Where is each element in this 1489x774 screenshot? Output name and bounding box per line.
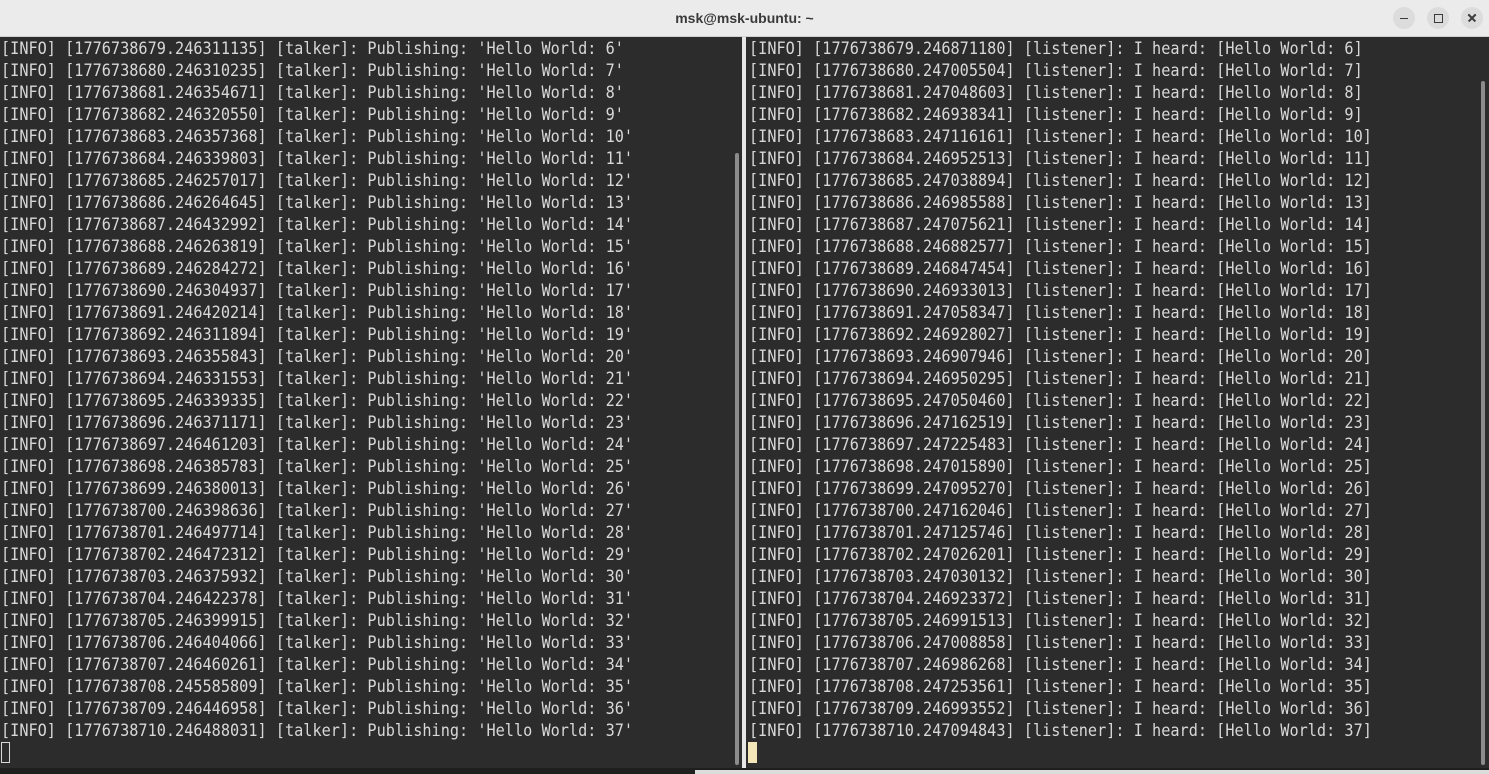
terminal-line: [INFO] [1776738701.247125746] [listener]… (749, 523, 1372, 543)
terminal-line: [INFO] [1776738710.246488031] [talker]: … (1, 721, 634, 741)
terminal-line: [INFO] [1776738703.246375932] [talker]: … (1, 567, 634, 587)
window-title: msk@msk-ubuntu: ~ (675, 10, 814, 26)
terminal-line: [INFO] [1776738681.246354671] [talker]: … (1, 83, 624, 103)
minimize-icon (1393, 7, 1415, 29)
terminal-line: [INFO] [1776738682.246320550] [talker]: … (1, 105, 624, 125)
terminal-line: [INFO] [1776738702.247026201] [listener]… (749, 545, 1372, 565)
terminal-line: [INFO] [1776738687.247075621] [listener]… (749, 215, 1372, 235)
terminal-line: [INFO] [1776738698.246385783] [talker]: … (1, 457, 634, 477)
terminal-line: [INFO] [1776738688.246263819] [talker]: … (1, 237, 634, 257)
terminal-line: [INFO] [1776738699.246380013] [talker]: … (1, 479, 634, 499)
terminal-line: [INFO] [1776738708.245585809] [talker]: … (1, 677, 634, 697)
terminal-line: [INFO] [1776738694.246331553] [talker]: … (1, 369, 634, 389)
terminal-line: [INFO] [1776738680.247005504] [listener]… (749, 61, 1363, 81)
terminal-line: [INFO] [1776738705.246991513] [listener]… (749, 611, 1372, 631)
terminal-line: [INFO] [1776738693.246355843] [talker]: … (1, 347, 634, 367)
close-button[interactable] (1461, 7, 1483, 29)
terminal-line: [INFO] [1776738679.246871180] [listener]… (749, 39, 1363, 59)
terminal-line: [INFO] [1776738686.246264645] [talker]: … (1, 193, 634, 213)
terminal-line: [INFO] [1776738684.246339803] [talker]: … (1, 149, 634, 169)
terminal-line: [INFO] [1776738706.246404066] [talker]: … (1, 633, 634, 653)
terminal-line: [INFO] [1776738692.246928027] [listener]… (749, 325, 1372, 345)
terminal-line: [INFO] [1776738684.246952513] [listener]… (749, 149, 1372, 169)
terminal-line: [INFO] [1776738696.247162519] [listener]… (749, 413, 1372, 433)
terminal-line: [INFO] [1776738704.246422378] [talker]: … (1, 589, 634, 609)
terminal-line: [INFO] [1776738689.246284272] [talker]: … (1, 259, 634, 279)
maximize-button[interactable] (1427, 7, 1449, 29)
terminal-line: [INFO] [1776738690.246304937] [talker]: … (1, 281, 634, 301)
terminal-window: msk@msk-ubuntu: ~ [INFO] [1776738679.246… (0, 0, 1489, 774)
terminal-line: [INFO] [1776738680.246310235] [talker]: … (1, 61, 624, 81)
terminal-line: [INFO] [1776738695.247050460] [listener]… (749, 391, 1372, 411)
terminal-line: [INFO] [1776738696.246371171] [talker]: … (1, 413, 634, 433)
terminal-line: [INFO] [1776738707.246460261] [talker]: … (1, 655, 634, 675)
terminal-line: [INFO] [1776738697.246461203] [talker]: … (1, 435, 634, 455)
text-cursor-left (1, 742, 10, 763)
terminal-line: [INFO] [1776738709.246993552] [listener]… (749, 699, 1372, 719)
text-cursor-right (748, 742, 757, 763)
terminal-line: [INFO] [1776738683.246357368] [talker]: … (1, 127, 634, 147)
terminal-line: [INFO] [1776738688.246882577] [listener]… (749, 237, 1372, 257)
terminal-pane-right[interactable]: [INFO] [1776738679.246871180] [listener]… (746, 37, 1489, 768)
terminal-pane-left[interactable]: [INFO] [1776738679.246311135] [talker]: … (0, 37, 742, 768)
terminal-line: [INFO] [1776738704.246923372] [listener]… (749, 589, 1372, 609)
terminal-line: [INFO] [1776738707.246986268] [listener]… (749, 655, 1372, 675)
terminal-line: [INFO] [1776738683.247116161] [listener]… (749, 127, 1372, 147)
terminal-line: [INFO] [1776738690.246933013] [listener]… (749, 281, 1372, 301)
terminal-line: [INFO] [1776738682.246938341] [listener]… (749, 105, 1363, 125)
close-icon (1461, 7, 1483, 29)
terminal-line: [INFO] [1776738691.246420214] [talker]: … (1, 303, 634, 323)
terminal-line: [INFO] [1776738695.246339335] [talker]: … (1, 391, 634, 411)
maximize-icon (1427, 7, 1449, 29)
terminal-line: [INFO] [1776738700.246398636] [talker]: … (1, 501, 634, 521)
terminal-line: [INFO] [1776738681.247048603] [listener]… (749, 83, 1363, 103)
scrollbar-right[interactable] (1481, 81, 1485, 765)
terminal-line: [INFO] [1776738697.247225483] [listener]… (749, 435, 1372, 455)
terminal-line: [INFO] [1776738689.246847454] [listener]… (749, 259, 1372, 279)
terminal-line: [INFO] [1776738686.246985588] [listener]… (749, 193, 1372, 213)
terminal-line: [INFO] [1776738698.247015890] [listener]… (749, 457, 1372, 477)
scrollbar-left[interactable] (735, 153, 739, 765)
terminal-line: [INFO] [1776738706.247008858] [listener]… (749, 633, 1372, 653)
terminal-line: [INFO] [1776738703.247030132] [listener]… (749, 567, 1372, 587)
title-bar[interactable]: msk@msk-ubuntu: ~ (0, 0, 1489, 37)
terminal-output-right: [INFO] [1776738679.246871180] [listener]… (749, 38, 1445, 742)
terminal-line: [INFO] [1776738685.247038894] [listener]… (749, 171, 1372, 191)
terminal-line: [INFO] [1776738694.246950295] [listener]… (749, 369, 1372, 389)
terminal-line: [INFO] [1776738700.247162046] [listener]… (749, 501, 1372, 521)
terminal-line: [INFO] [1776738687.246432992] [talker]: … (1, 215, 634, 235)
terminal-output-left: [INFO] [1776738679.246311135] [talker]: … (1, 38, 707, 742)
terminal-line: [INFO] [1776738702.246472312] [talker]: … (1, 545, 634, 565)
terminal-line: [INFO] [1776738679.246311135] [talker]: … (1, 39, 624, 59)
terminal-line: [INFO] [1776738710.247094843] [listener]… (749, 721, 1372, 741)
terminal-line: [INFO] [1776738693.246907946] [listener]… (749, 347, 1372, 367)
minimize-button[interactable] (1393, 7, 1415, 29)
terminal-line: [INFO] [1776738709.246446958] [talker]: … (1, 699, 634, 719)
terminal-line: [INFO] [1776738701.246497714] [talker]: … (1, 523, 634, 543)
terminal-line: [INFO] [1776738692.246311894] [talker]: … (1, 325, 634, 345)
terminal-line: [INFO] [1776738708.247253561] [listener]… (749, 677, 1372, 697)
terminal-line: [INFO] [1776738685.246257017] [talker]: … (1, 171, 634, 191)
terminal-line: [INFO] [1776738691.247058347] [listener]… (749, 303, 1372, 323)
terminal-line: [INFO] [1776738699.247095270] [listener]… (749, 479, 1372, 499)
bottom-edge-highlight (695, 770, 1489, 774)
terminal-line: [INFO] [1776738705.246399915] [talker]: … (1, 611, 634, 631)
